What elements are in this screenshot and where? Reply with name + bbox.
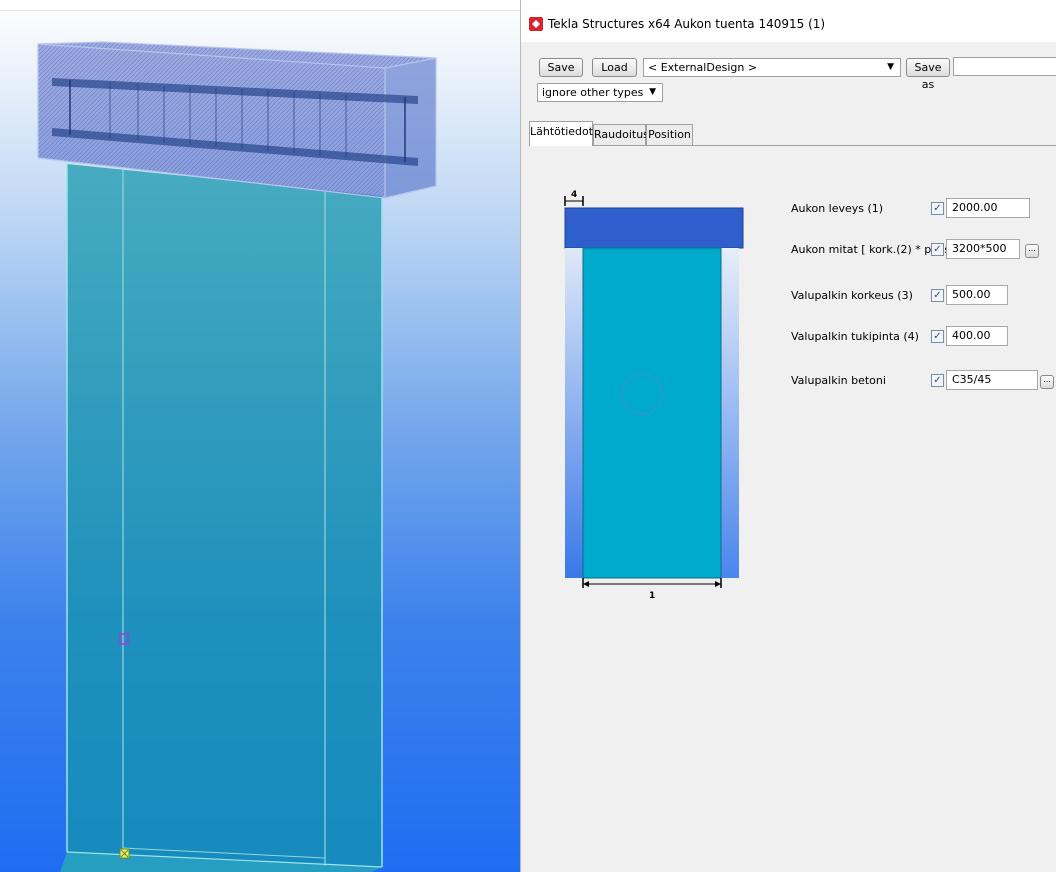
opening-support-diagram: 1 2 3 4 xyxy=(564,190,744,601)
filter-value: ignore other types xyxy=(542,86,644,99)
param-checkbox-valupalkin-korkeus[interactable]: ✓ xyxy=(931,289,944,302)
tab-position[interactable]: Position xyxy=(646,124,693,145)
attribute-set-value: < ExternalDesign > xyxy=(648,61,758,74)
filter-dropdown[interactable]: ignore other types ▼ xyxy=(537,83,663,102)
param-checkbox-aukon-mitat[interactable]: ✓ xyxy=(931,243,944,256)
component-dialog: Tekla Structures x64 Aukon tuenta 140915… xyxy=(520,0,1056,872)
diagram-beam xyxy=(564,207,744,249)
dimension-label-4: 4 xyxy=(571,190,577,200)
tekla-app-icon xyxy=(529,17,543,31)
param-input-valupalkin-betoni[interactable]: C35/45 xyxy=(946,370,1038,390)
param-checkbox-valupalkin-betoni[interactable]: ✓ xyxy=(931,374,944,387)
tab-raudoitus[interactable]: Raudoitus xyxy=(593,124,649,145)
param-label-valupalkin-tukipinta: Valupalkin tukipinta (4) xyxy=(791,330,919,343)
param-checkbox-aukon-leveys[interactable]: ✓ xyxy=(931,202,944,215)
tab-lahtotiedot[interactable]: Lähtötiedot xyxy=(529,121,593,146)
param-input-aukon-leveys[interactable]: 2000.00 xyxy=(946,198,1030,218)
diagram-opening xyxy=(582,247,722,579)
param-label-valupalkin-korkeus: Valupalkin korkeus (3) xyxy=(791,289,913,302)
param-label-valupalkin-betoni: Valupalkin betoni xyxy=(791,374,886,387)
browse-button-aukon-mitat[interactable]: ... xyxy=(1025,244,1039,258)
tab-panel-border xyxy=(529,145,1056,146)
dimension-label-1: 1 xyxy=(649,591,655,601)
param-input-valupalkin-tukipinta[interactable]: 400.00 xyxy=(946,326,1008,346)
save-as-name-input[interactable] xyxy=(953,57,1056,76)
load-button[interactable]: Load xyxy=(592,58,637,77)
param-input-valupalkin-korkeus[interactable]: 500.00 xyxy=(946,285,1008,305)
save-as-button[interactable]: Save as xyxy=(906,58,950,91)
diagram-right-support xyxy=(721,248,739,578)
param-checkbox-valupalkin-tukipinta[interactable]: ✓ xyxy=(931,330,944,343)
dropdown-arrow-icon: ▼ xyxy=(649,87,656,97)
attribute-set-dropdown[interactable]: < ExternalDesign > ▼ xyxy=(643,58,901,77)
browse-button-valupalkin-betoni[interactable]: ... xyxy=(1040,375,1054,389)
dropdown-arrow-icon: ▼ xyxy=(887,62,894,72)
opening-volume[interactable] xyxy=(60,164,383,872)
param-label-aukon-leveys: Aukon leveys (1) xyxy=(791,202,884,215)
save-button[interactable]: Save xyxy=(539,58,583,77)
dialog-titlebar[interactable]: Tekla Structures x64 Aukon tuenta 140915… xyxy=(521,0,1056,42)
model-3d-view xyxy=(37,41,437,872)
param-input-aukon-mitat[interactable]: 3200*500 xyxy=(946,239,1020,259)
model-viewport[interactable] xyxy=(0,0,520,872)
diagram-left-support xyxy=(565,248,583,578)
dialog-title: Tekla Structures x64 Aukon tuenta 140915… xyxy=(548,17,826,31)
